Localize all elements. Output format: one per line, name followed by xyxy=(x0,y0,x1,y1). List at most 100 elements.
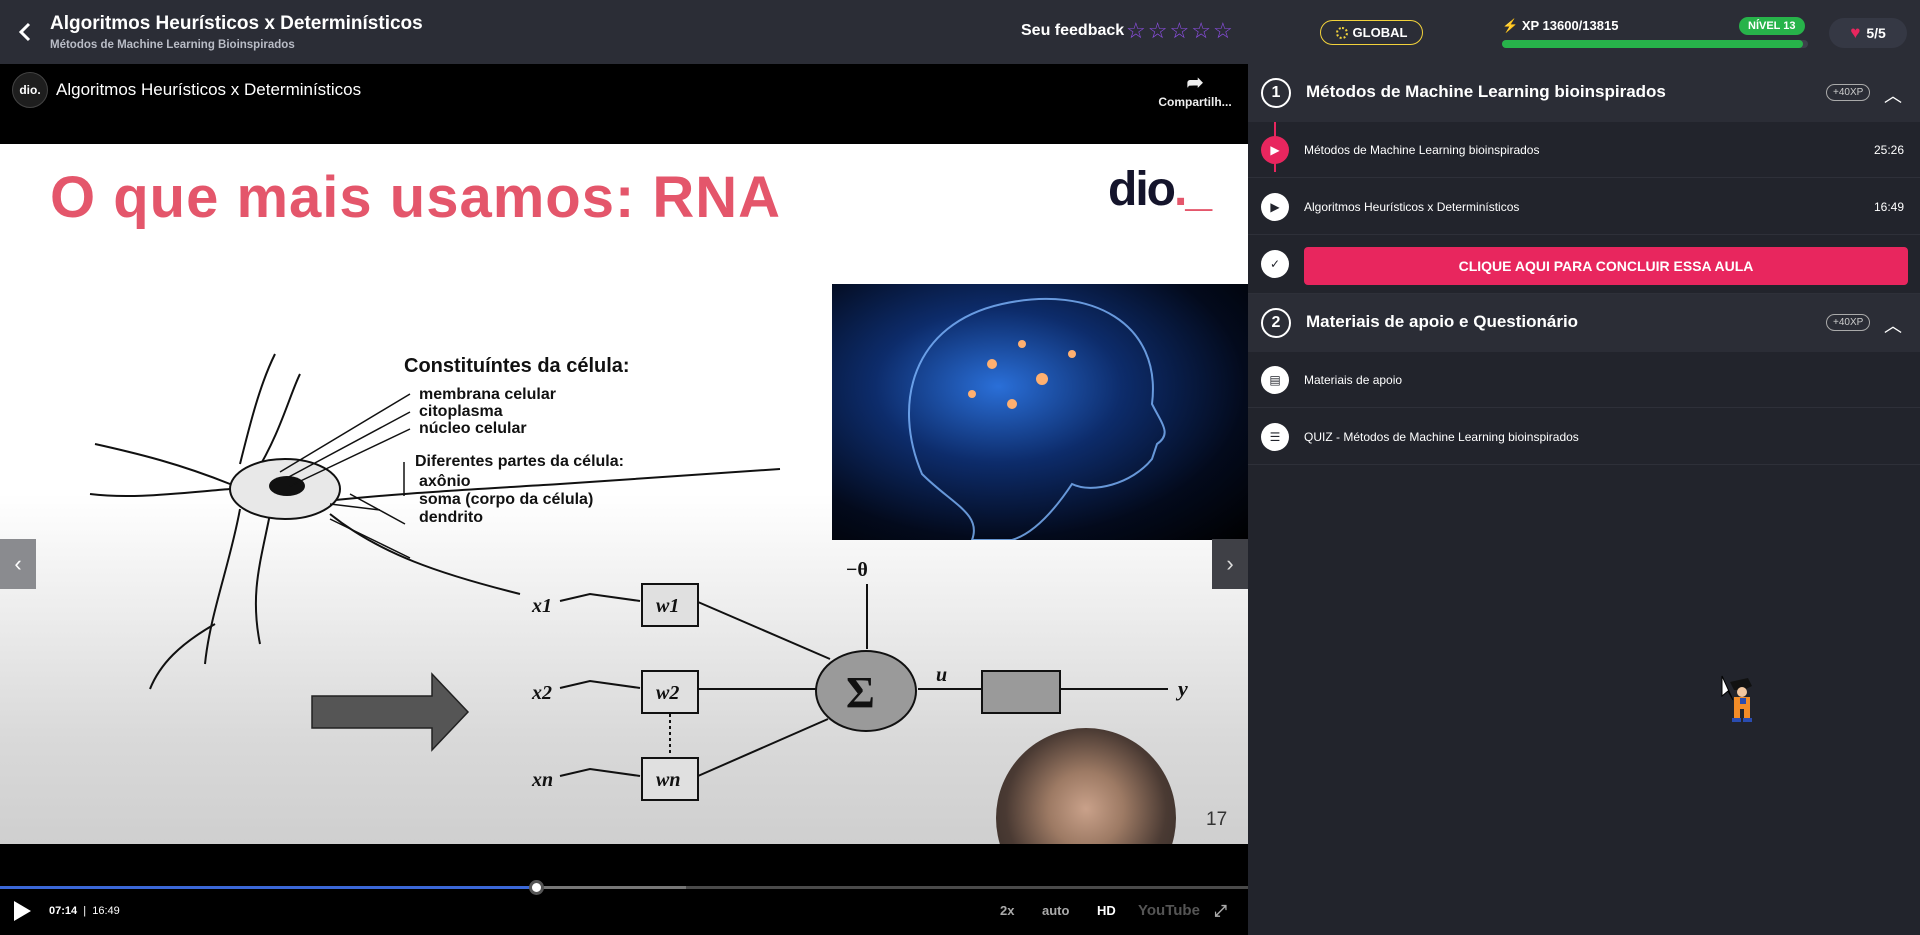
chevron-left-icon xyxy=(18,22,31,42)
module-number: 1 xyxy=(1261,78,1291,108)
video-progress-bar[interactable] xyxy=(0,880,1248,895)
module-header[interactable]: 2 Materiais de apoio e Questionário +40X… xyxy=(1248,294,1920,352)
activation-box xyxy=(981,670,1061,714)
lesson-label: QUIZ - Métodos de Machine Learning bioin… xyxy=(1304,430,1579,444)
big-arrow xyxy=(311,672,470,752)
play-icon: ▶ xyxy=(1261,193,1289,221)
share-label: Compartilh... xyxy=(1158,95,1232,109)
play-icon[interactable] xyxy=(12,900,32,922)
lesson-duration: 25:26 xyxy=(1874,143,1905,157)
global-label: GLOBAL xyxy=(1352,25,1408,40)
list-icon: ☰ xyxy=(1261,423,1289,451)
weight-label: w2 xyxy=(656,682,679,704)
weight-label: wn xyxy=(656,769,680,791)
cell-part: axônio xyxy=(419,473,471,490)
hd-button[interactable]: HD xyxy=(1097,903,1116,918)
lesson-duration: 16:49 xyxy=(1874,200,1905,214)
brain-xray-image xyxy=(832,284,1248,541)
video-header: dio. Algoritmos Heurísticos x Determinís… xyxy=(0,64,1248,144)
module-title: Materiais de apoio e Questionário xyxy=(1306,312,1579,331)
video-player[interactable]: dio. Algoritmos Heurísticos x Determinís… xyxy=(0,64,1248,935)
star-icon[interactable]: ☆ xyxy=(1169,20,1189,42)
lesson-label: Materiais de apoio xyxy=(1304,373,1403,387)
heart-icon: ♥ xyxy=(1850,23,1861,42)
chevron-up-icon[interactable]: ︿ xyxy=(1884,82,1902,108)
video-title[interactable]: Algoritmos Heurísticos x Determinísticos xyxy=(56,80,361,100)
feedback-stars: ☆ ☆ ☆ ☆ ☆ xyxy=(1126,20,1233,42)
cell-parts-heading: Diferentes partes da célula: xyxy=(415,453,624,470)
video-controls: 07:14 | 16:49 2x auto HD YouTube ⤢ xyxy=(0,890,1248,935)
youtube-logo[interactable]: YouTube xyxy=(1138,902,1200,919)
star-icon[interactable]: ☆ xyxy=(1191,20,1211,42)
sum-symbol: Σ xyxy=(846,668,875,717)
cell-part: soma (corpo da célula) xyxy=(419,491,593,508)
cell-part: dendrito xyxy=(419,509,483,526)
lesson-title: Algoritmos Heurísticos x Determinísticos xyxy=(50,13,423,34)
threshold-label: −θ xyxy=(846,559,868,581)
complete-lesson-button[interactable]: CLIQUE AQUI PARA CONCLUIR ESSA AULA xyxy=(1304,247,1908,285)
cell-part: citoplasma xyxy=(419,403,503,420)
cell-nucleus xyxy=(269,476,305,496)
playback-speed-button[interactable]: 2x xyxy=(1000,903,1014,918)
lightning-icon: ⚡ xyxy=(1502,18,1519,33)
star-icon[interactable]: ☆ xyxy=(1126,20,1146,42)
module-title: Métodos de Machine Learning bioinspirado… xyxy=(1306,82,1666,101)
top-bar: Algoritmos Heurísticos x Determinísticos… xyxy=(0,0,1920,64)
star-icon[interactable]: ☆ xyxy=(1213,20,1233,42)
cell-heading: Constituíntes da célula: xyxy=(404,355,630,377)
input-label: xn xyxy=(531,769,553,791)
time-display: 07:14 | 16:49 xyxy=(49,905,120,917)
module-xp-badge: +40XP xyxy=(1826,314,1871,331)
course-subtitle: Métodos de Machine Learning Bioinspirado… xyxy=(50,39,295,51)
next-lesson-button[interactable]: › xyxy=(1212,539,1248,589)
xp-value: XP 13600/13815 xyxy=(1521,18,1619,33)
quality-auto-button[interactable]: auto xyxy=(1042,903,1069,918)
module-xp-badge: +40XP xyxy=(1826,84,1871,101)
xp-progress-fill xyxy=(1502,40,1804,48)
level-badge: NÍVEL 13 xyxy=(1739,17,1805,35)
feedback-label: Seu feedback xyxy=(1021,22,1125,39)
current-time: 07:14 xyxy=(49,905,78,917)
lesson-item[interactable]: ▶ Algoritmos Heurísticos x Determinístic… xyxy=(1248,179,1920,235)
lives-value: 5/5 xyxy=(1866,25,1886,41)
play-icon: ▶ xyxy=(1261,136,1289,164)
xp-progress-bar xyxy=(1502,40,1808,48)
played-bar xyxy=(0,886,537,889)
chevron-up-icon[interactable]: ︿ xyxy=(1884,312,1902,338)
cell-part: membrana celular xyxy=(419,386,556,403)
xp-label: ⚡ XP 13600/13815 xyxy=(1502,18,1618,34)
channel-avatar[interactable]: dio. xyxy=(12,72,48,108)
document-icon: ▤ xyxy=(1261,366,1289,394)
check-icon: ✓ xyxy=(1261,250,1289,278)
total-time: 16:49 xyxy=(92,905,120,917)
weight-label: w1 xyxy=(656,595,679,617)
lesson-item[interactable]: ▶ Métodos de Machine Learning bioinspira… xyxy=(1248,122,1920,178)
fullscreen-icon[interactable]: ⤢ xyxy=(1214,903,1227,921)
input-label: x1 xyxy=(531,595,552,617)
lesson-item[interactable]: ☰ QUIZ - Métodos de Machine Learning bio… xyxy=(1248,409,1920,465)
back-button[interactable] xyxy=(14,20,36,44)
share-icon: ➦ xyxy=(1186,72,1204,94)
chevron-right-icon: › xyxy=(1226,551,1234,576)
globe-icon xyxy=(1335,26,1348,39)
lesson-label: Métodos de Machine Learning bioinspirado… xyxy=(1304,143,1540,157)
complete-lesson-row: ✓ CLIQUE AQUI PARA CONCLUIR ESSA AULA xyxy=(1248,236,1920,294)
slide: O que mais usamos: RNA dio._ Constituínt… xyxy=(0,144,1248,844)
slide-number: 17 xyxy=(1206,809,1228,830)
lesson-label: Algoritmos Heurísticos x Determinísticos xyxy=(1304,200,1520,214)
lesson-item[interactable]: ▤ Materiais de apoio xyxy=(1248,352,1920,408)
cell-part: núcleo celular xyxy=(419,420,527,437)
share-button[interactable]: ➦ Compartilh... xyxy=(1150,70,1240,109)
previous-lesson-button[interactable]: ‹ xyxy=(0,539,36,589)
input-label: x2 xyxy=(531,682,552,704)
course-sidebar: 1 Métodos de Machine Learning bioinspira… xyxy=(1248,64,1920,935)
module-header[interactable]: 1 Métodos de Machine Learning bioinspira… xyxy=(1248,64,1920,122)
star-icon[interactable]: ☆ xyxy=(1148,20,1168,42)
global-ranking-button[interactable]: GLOBAL xyxy=(1320,20,1423,45)
chevron-left-icon: ‹ xyxy=(14,551,22,576)
cursor-character-sprite xyxy=(1721,675,1752,722)
lives-counter[interactable]: ♥ 5/5 xyxy=(1829,18,1907,48)
y-label: y xyxy=(1175,676,1188,701)
u-label: u xyxy=(936,664,947,686)
module-number: 2 xyxy=(1261,308,1291,338)
